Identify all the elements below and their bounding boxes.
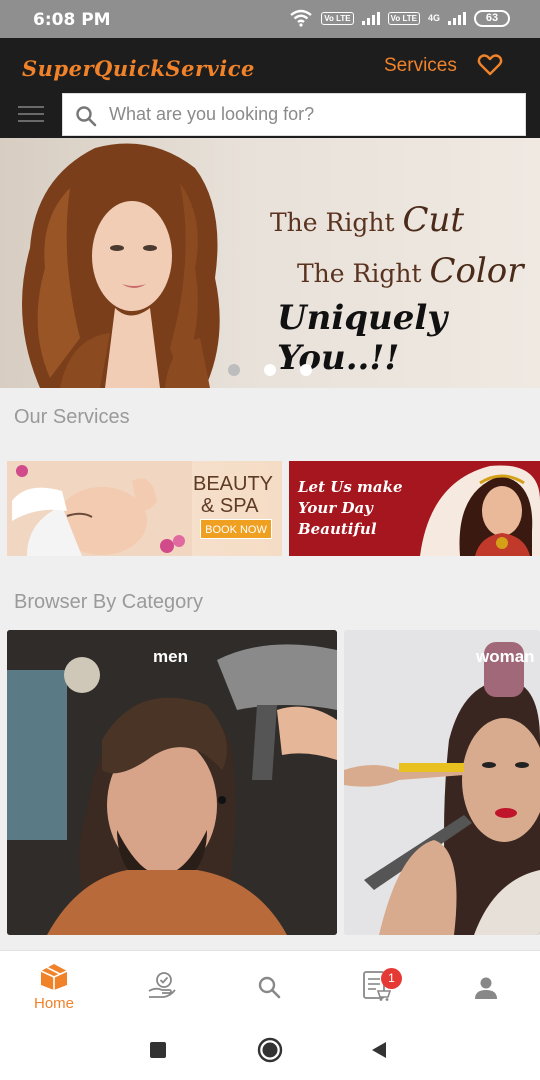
nav-services[interactable] bbox=[122, 951, 202, 1021]
spa-model-image bbox=[7, 461, 192, 556]
nav-cart[interactable] bbox=[338, 951, 418, 1021]
hero-line-1-accent: Cut bbox=[402, 200, 465, 240]
user-icon bbox=[475, 977, 497, 999]
nav-search[interactable] bbox=[230, 951, 310, 1021]
heart-icon[interactable] bbox=[477, 53, 503, 77]
beauty-title-line-1: BEAUTY bbox=[193, 473, 274, 495]
search-icon bbox=[76, 106, 97, 127]
back-icon[interactable] bbox=[370, 1040, 388, 1060]
beauty-title-line-2: & SPA bbox=[201, 495, 259, 517]
search-bar[interactable] bbox=[62, 93, 526, 136]
status-bar: 6:08 PM Vo LTE Vo LTE 4G 63 bbox=[0, 0, 540, 38]
category-label-woman: woman bbox=[476, 647, 535, 666]
signal-icon bbox=[361, 11, 380, 25]
beauty-spa-title: BEAUTY & SPA bbox=[193, 473, 273, 517]
hero-line-2: The Right Color bbox=[297, 251, 524, 291]
book-now-button[interactable]: BOOK NOW bbox=[200, 519, 272, 539]
volte-badge-1: Vo LTE bbox=[321, 11, 354, 25]
category-label-men: men bbox=[153, 647, 188, 666]
hero-model-image bbox=[22, 143, 220, 388]
hamburger-menu-icon[interactable] bbox=[18, 106, 44, 124]
hero-banner[interactable]: The Right Cut The Right Color Uniquely Y… bbox=[0, 138, 540, 388]
volte-badge-2: Vo LTE bbox=[387, 11, 420, 25]
bottom-navigation: Home bbox=[0, 950, 540, 1021]
nav-profile[interactable] bbox=[446, 951, 526, 1021]
services-link[interactable]: Services bbox=[384, 55, 457, 77]
recents-icon[interactable] bbox=[149, 1041, 167, 1059]
category-card-men[interactable]: men bbox=[7, 630, 337, 935]
app-screen: 6:08 PM Vo LTE Vo LTE 4G 63 SuperQuickSe… bbox=[0, 0, 540, 1080]
hero-line-2-accent: Color bbox=[429, 251, 524, 291]
cart-badge: 1 bbox=[381, 968, 402, 989]
search-input[interactable] bbox=[109, 94, 509, 135]
wedding-banner-text: Let Us make Your Day Beautiful bbox=[298, 478, 403, 538]
carousel-dot[interactable] bbox=[300, 364, 312, 376]
carousel-dots bbox=[228, 364, 312, 376]
carousel-dot[interactable] bbox=[228, 364, 240, 376]
woman-category-image bbox=[344, 630, 540, 935]
beauty-spa-banner[interactable]: BEAUTY & SPA BOOK NOW bbox=[7, 461, 282, 556]
nav-home-label: Home bbox=[33, 995, 74, 1012]
status-time: 6:08 PM bbox=[33, 10, 111, 30]
signal-icon-2 bbox=[448, 11, 466, 25]
bride-image bbox=[420, 465, 540, 556]
system-navigation-bar bbox=[0, 1021, 540, 1080]
status-icons: Vo LTE Vo LTE 4G 63 bbox=[289, 9, 510, 27]
hero-line-3: Uniquely You..!! bbox=[277, 298, 448, 378]
wedding-banner[interactable]: Let Us make Your Day Beautiful bbox=[289, 461, 540, 556]
home-box-icon bbox=[40, 964, 68, 990]
men-category-image bbox=[7, 630, 337, 935]
brand-logo[interactable]: SuperQuickService bbox=[22, 56, 255, 81]
home-circle-icon[interactable] bbox=[257, 1037, 283, 1063]
categories-title: Browser By Category bbox=[14, 591, 203, 613]
hero-line-2-prefix: The Right bbox=[297, 259, 430, 288]
network-type: 4G bbox=[427, 13, 440, 23]
app-header: SuperQuickService Services bbox=[0, 38, 540, 138]
wifi-icon bbox=[290, 9, 312, 27]
carousel-dot[interactable] bbox=[264, 364, 276, 376]
hand-check-icon bbox=[148, 972, 176, 998]
search-icon bbox=[258, 976, 281, 999]
category-card-woman[interactable]: woman bbox=[344, 630, 540, 935]
hero-line-1: The Right Cut bbox=[270, 200, 464, 240]
battery-indicator: 63 bbox=[474, 9, 510, 27]
our-services-title: Our Services bbox=[14, 406, 130, 428]
nav-home[interactable]: Home bbox=[14, 951, 94, 1021]
hero-line-1-prefix: The Right bbox=[270, 208, 403, 237]
